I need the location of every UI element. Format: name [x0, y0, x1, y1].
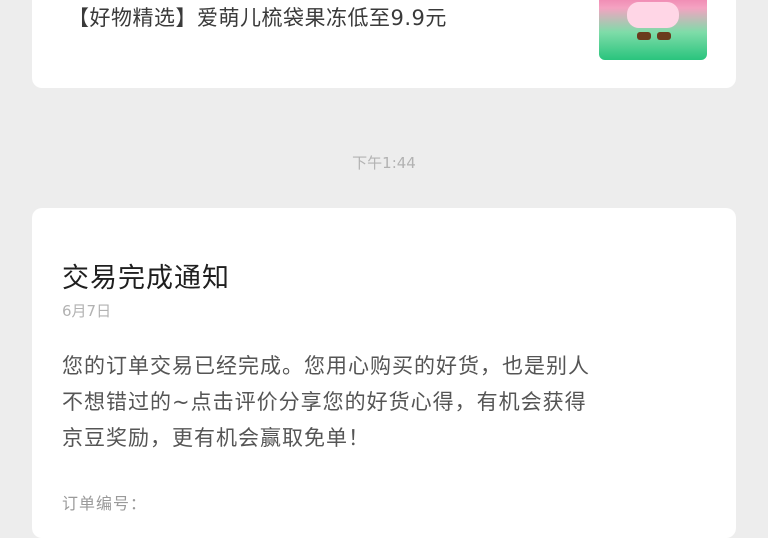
- promo-card[interactable]: 【好物精选】爱萌儿梳袋果冻低至9.9元: [32, 0, 736, 88]
- notification-body: 您的订单交易已经完成。您用心购买的好货，也是别人 不想错过的~点击评价分享您的好…: [62, 348, 708, 456]
- message-timestamp: 下午1:44: [352, 154, 416, 172]
- promo-thumbnail[interactable]: [599, 0, 707, 60]
- notification-title: 交易完成通知: [62, 263, 230, 294]
- product-image-detail: [657, 32, 671, 40]
- promo-text: 【好物精选】爱萌儿梳袋果冻低至9.9元: [68, 6, 447, 30]
- body-line: 不想错过的~点击评价分享您的好货心得，有机会获得: [62, 390, 587, 414]
- order-number-label: 订单编号：: [62, 494, 148, 513]
- product-image-detail: [637, 32, 651, 40]
- product-image-blob: [627, 2, 679, 28]
- notification-date: 6月7日: [62, 302, 112, 320]
- body-line: 京豆奖励，更有机会赢取免单！: [62, 426, 370, 450]
- transaction-notification-card[interactable]: 交易完成通知 6月7日 您的订单交易已经完成。您用心购买的好货，也是别人 不想错…: [32, 208, 736, 538]
- body-line: 您的订单交易已经完成。您用心购买的好货，也是别人: [62, 354, 590, 378]
